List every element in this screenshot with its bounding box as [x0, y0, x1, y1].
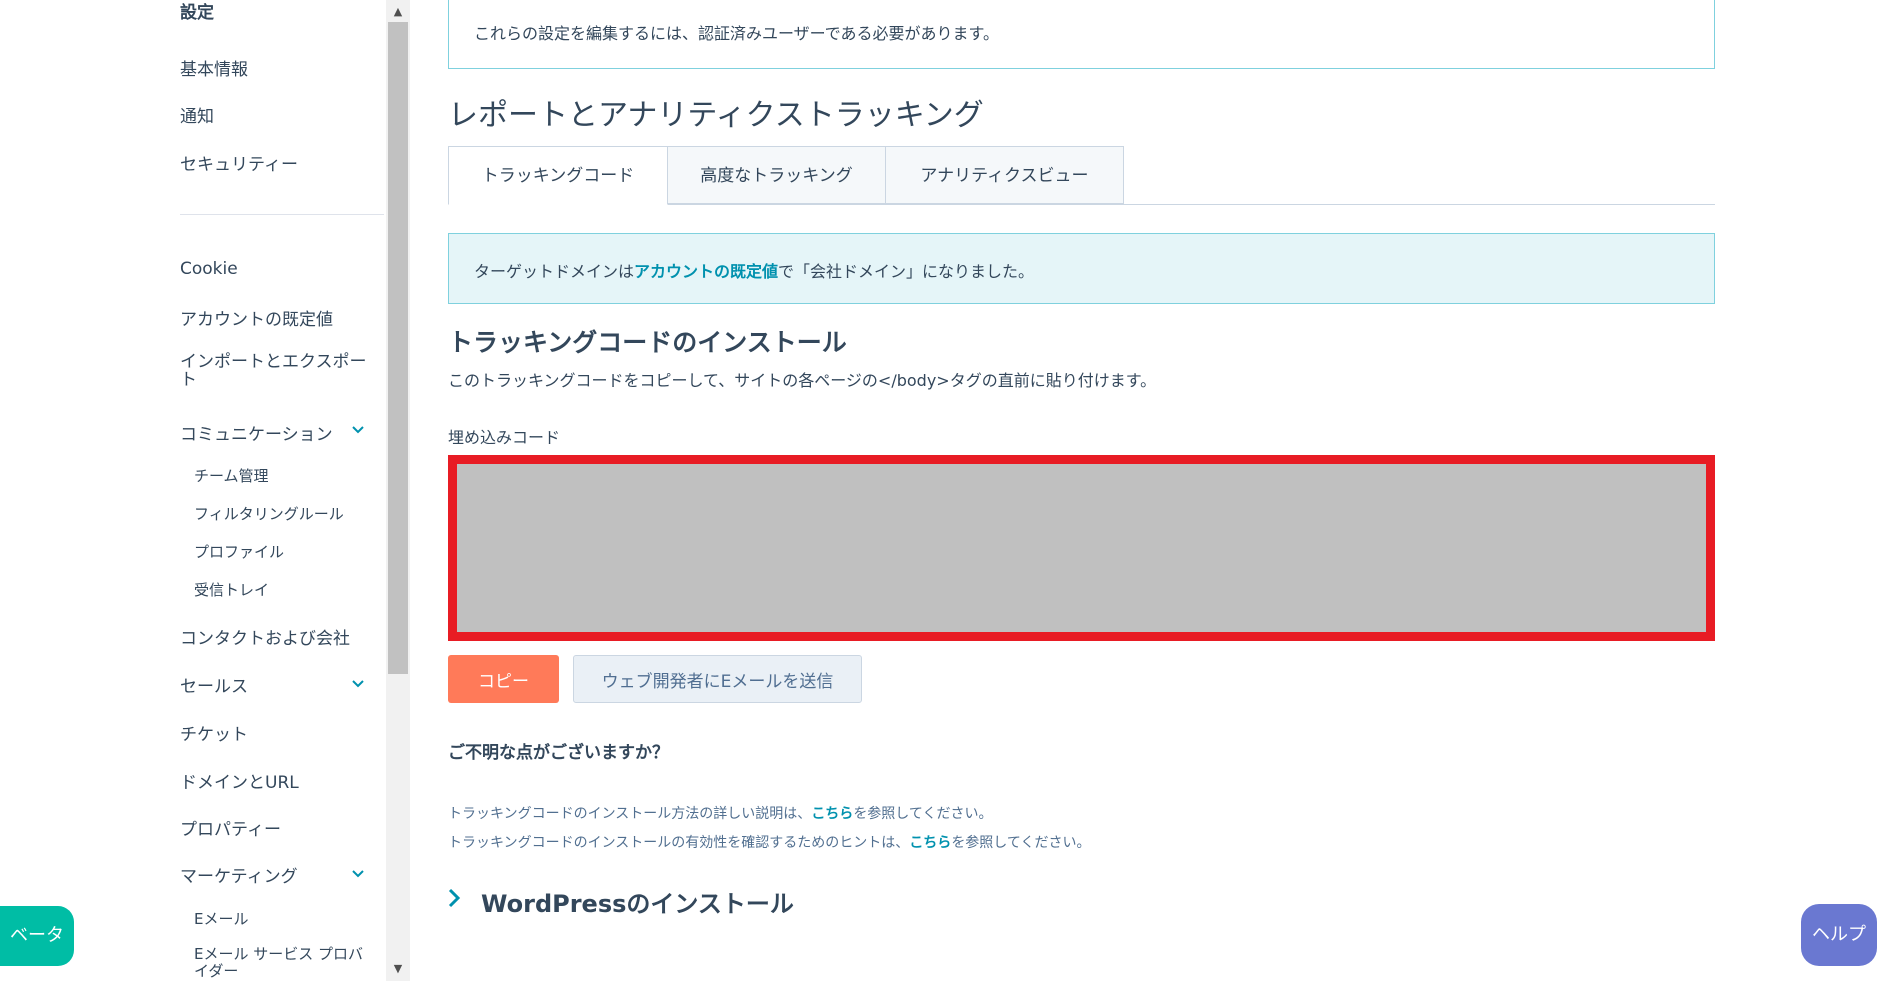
chevron-down-icon[interactable] — [352, 424, 364, 436]
help-line2-suffix: を参照してください。 — [951, 835, 1091, 851]
info-suffix: で「会社ドメイン」になりました。 — [778, 262, 1035, 281]
sidebar-item-notifications[interactable]: 通知 — [180, 102, 214, 127]
chevron-down-icon[interactable] — [352, 678, 364, 690]
embed-code-label: 埋め込みコード — [448, 428, 561, 447]
sidebar-item-filtering-rules[interactable]: フィルタリングルール — [194, 503, 344, 524]
help-button[interactable]: ヘルプ — [1801, 904, 1877, 966]
sidebar-item-inbox[interactable]: 受信トレイ — [194, 579, 269, 600]
sidebar-item-security[interactable]: セキュリティー — [180, 150, 298, 175]
tab-bar: トラッキングコード 高度なトラッキング アナリティクスビュー — [448, 146, 1715, 205]
copy-button[interactable]: コピー — [448, 655, 559, 703]
scroll-up-arrow-icon[interactable]: ▲ — [386, 2, 410, 22]
sidebar-item-profile[interactable]: プロファイル — [194, 541, 284, 562]
sidebar-item-import-export[interactable]: インポートとエクスポート — [180, 353, 370, 389]
sidebar-item-tickets[interactable]: チケット — [180, 720, 248, 745]
install-description: このトラッキングコードをコピーして、サイトの各ページの</body>タグの直前に… — [448, 371, 1157, 390]
sidebar-item-contacts-companies[interactable]: コンタクトおよび会社 — [180, 624, 350, 649]
sidebar-item-marketing[interactable]: マーケティング — [180, 862, 298, 887]
chevron-right-icon[interactable] — [446, 888, 462, 908]
tab-analytics-view[interactable]: アナリティクスビュー — [885, 146, 1124, 204]
sidebar-item-sales[interactable]: セールス — [180, 672, 248, 697]
beta-button[interactable]: ベータ — [0, 906, 74, 966]
auth-notice: これらの設定を編集するには、認証済みユーザーである必要があります。 — [448, 0, 1715, 69]
sidebar-item-cookie[interactable]: Cookie — [180, 259, 238, 279]
wordpress-install-toggle[interactable]: WordPressのインストール — [481, 884, 794, 919]
embed-code-textarea[interactable] — [448, 455, 1715, 641]
scrollbar-thumb[interactable] — [388, 22, 408, 674]
sidebar-scrollbar[interactable]: ▲ ▼ — [386, 0, 410, 981]
questions-title: ご不明な点がございますか？ — [448, 743, 669, 763]
sidebar-item-properties[interactable]: プロパティー — [180, 815, 281, 840]
auth-notice-text: これらの設定を編集するには、認証済みユーザーである必要があります。 — [474, 24, 999, 43]
scroll-down-arrow-icon[interactable]: ▼ — [386, 959, 410, 979]
sidebar-item-basic-info[interactable]: 基本情報 — [180, 55, 248, 80]
help-line1-suffix: を参照してください。 — [853, 806, 993, 822]
help-line2-prefix: トラッキングコードのインストールの有効性を確認するためのヒントは、 — [448, 835, 910, 851]
page-title: レポートとアナリティクストラッキング — [448, 98, 984, 133]
email-developer-button[interactable]: ウェブ開発者にEメールを送信 — [573, 655, 862, 703]
install-guide-link[interactable]: こちら — [811, 806, 853, 822]
account-defaults-link[interactable]: アカウントの既定値 — [634, 262, 778, 281]
chevron-down-icon[interactable] — [352, 868, 364, 880]
help-line1-prefix: トラッキングコードのインストール方法の詳しい説明は、 — [448, 806, 812, 822]
sidebar-item-account-defaults[interactable]: アカウントの既定値 — [180, 305, 333, 330]
verify-hints-link[interactable]: こちら — [909, 835, 951, 851]
sidebar-item-communication[interactable]: コミュニケーション — [180, 420, 333, 445]
help-line-install: トラッキングコードのインストール方法の詳しい説明は、こちらを参照してください。 — [448, 803, 992, 823]
sidebar-item-domains-urls[interactable]: ドメインとURL — [180, 768, 299, 793]
tab-tracking-code[interactable]: トラッキングコード — [448, 146, 668, 205]
install-title: トラッキングコードのインストール — [448, 328, 847, 357]
tab-advanced-tracking[interactable]: 高度なトラッキング — [667, 146, 886, 204]
target-domain-info: ターゲットドメインはアカウントの既定値で「会社ドメイン」になりました。 — [448, 233, 1715, 304]
sidebar-item-team-management[interactable]: チーム管理 — [194, 465, 269, 486]
info-prefix: ターゲットドメインは — [474, 262, 635, 281]
sidebar-item-email[interactable]: Eメール — [194, 908, 248, 929]
sidebar-divider — [180, 214, 384, 215]
sidebar-item-email-service-provider[interactable]: Eメール サービス プロバイダー — [194, 946, 374, 980]
sidebar-header: 設定 — [180, 3, 214, 23]
settings-sidebar: 設定 基本情報 通知 セキュリティー Cookie アカウントの既定値 インポー… — [0, 0, 386, 981]
target-domain-info-text: ターゲットドメインはアカウントの既定値で「会社ドメイン」になりました。 — [474, 258, 1034, 282]
help-line-verify: トラッキングコードのインストールの有効性を確認するためのヒントは、こちらを参照し… — [448, 832, 1090, 852]
